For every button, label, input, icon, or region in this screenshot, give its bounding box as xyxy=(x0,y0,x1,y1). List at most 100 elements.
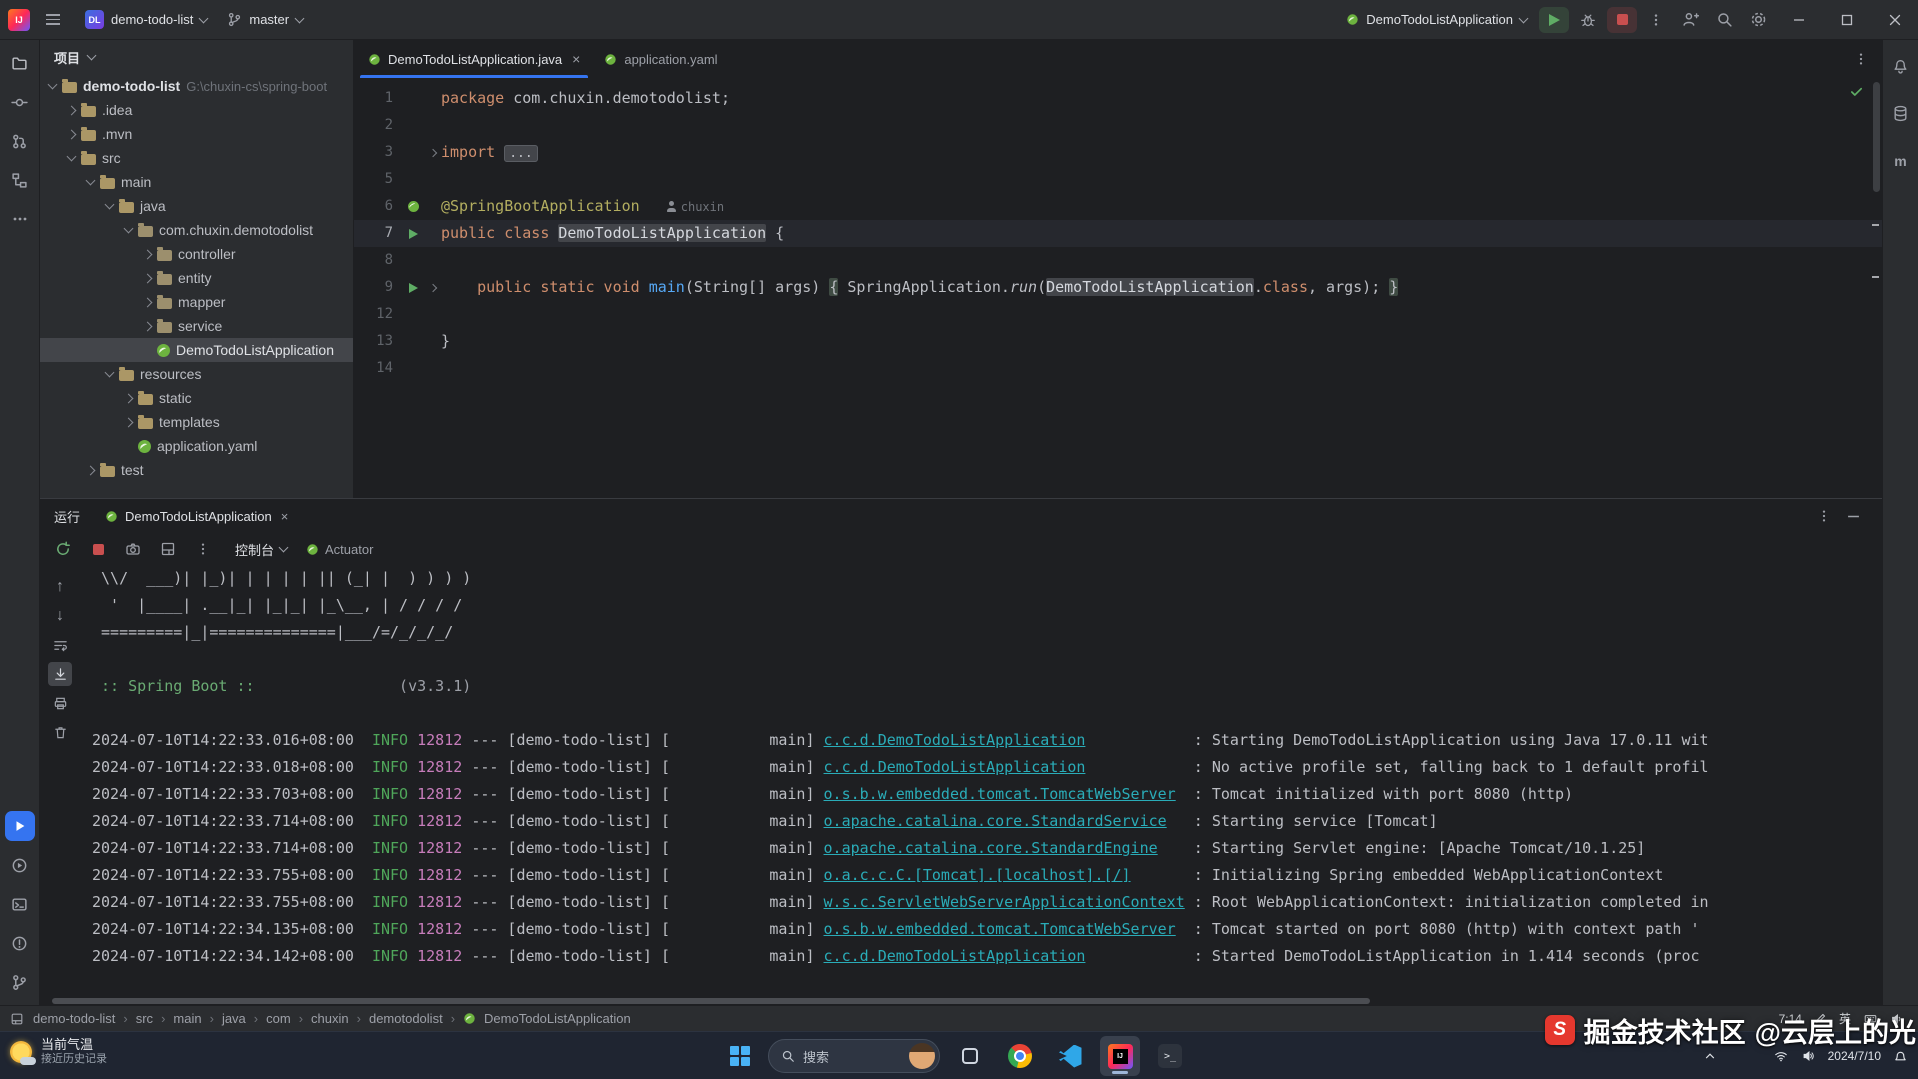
logger-link[interactable]: o.apache.catalina.core.StandardEngine xyxy=(824,839,1158,857)
project-widget[interactable]: DL demo-todo-list xyxy=(76,5,216,35)
editor-options-button[interactable] xyxy=(1854,52,1868,66)
breadcrumb-item[interactable]: main xyxy=(173,1011,201,1026)
wifi-icon[interactable] xyxy=(1773,1049,1789,1063)
sidebar-item-terminal[interactable] xyxy=(5,889,35,919)
code-line-14[interactable]: 14 xyxy=(354,355,1882,382)
down-stack-trace-button[interactable]: ↓ xyxy=(48,604,72,628)
code-line-7[interactable]: 7public class DemoTodoListApplication { xyxy=(354,220,1882,247)
stop-button[interactable] xyxy=(1607,7,1637,33)
sidebar-item-version-control[interactable] xyxy=(5,967,35,997)
hide-tool-window-icon[interactable] xyxy=(1847,510,1860,523)
code-with-me-button[interactable] xyxy=(1675,7,1705,33)
tree-item-.mvn[interactable]: .mvn xyxy=(40,122,353,146)
search-everywhere-button[interactable] xyxy=(1709,7,1739,33)
pen-icon[interactable] xyxy=(1814,1012,1827,1025)
keyboard-icon[interactable] xyxy=(1863,1012,1878,1025)
actuator-view-tab[interactable]: Actuator xyxy=(306,542,373,557)
fold-arrow-icon[interactable] xyxy=(428,283,436,291)
tree-item-static[interactable]: static xyxy=(40,386,353,410)
tray-chevron-up-icon[interactable] xyxy=(1703,1049,1717,1063)
tab-demo-todo-list-application-java[interactable]: DemoTodoListApplication.java × xyxy=(356,40,592,78)
sidebar-item-pull-requests[interactable] xyxy=(5,126,35,156)
code-editor[interactable]: 1package com.chuxin.demotodolist;23impor… xyxy=(354,78,1882,498)
inspections-ok-icon[interactable] xyxy=(1849,84,1864,99)
sidebar-item-structure[interactable] xyxy=(5,165,35,195)
project-panel-header[interactable]: 项目 xyxy=(40,40,353,74)
code-line-12[interactable]: 12 xyxy=(354,301,1882,328)
breadcrumb-item[interactable]: com xyxy=(266,1011,291,1026)
sidebar-item-services[interactable] xyxy=(5,850,35,880)
sidebar-item-more[interactable] xyxy=(5,204,35,234)
avatar[interactable] xyxy=(909,1043,935,1069)
speaker-icon[interactable] xyxy=(1890,1012,1904,1026)
console-view-tab[interactable]: 控制台 xyxy=(235,540,287,559)
print-button[interactable] xyxy=(48,691,72,715)
tool-window-layout-icon[interactable] xyxy=(10,1012,24,1026)
breadcrumb-item[interactable]: java xyxy=(222,1011,246,1026)
tree-item-com.chuxin.demotodolist[interactable]: com.chuxin.demotodolist xyxy=(40,218,353,242)
thread-dump-button[interactable] xyxy=(122,538,144,560)
ime-indicator[interactable]: 英 xyxy=(1839,1010,1851,1027)
logger-link[interactable]: w.s.c.ServletWebServerApplicationContext xyxy=(824,893,1185,911)
kebab-icon[interactable] xyxy=(1817,509,1831,523)
close-tab-icon[interactable]: × xyxy=(572,51,580,67)
tree-item-application.yaml[interactable]: application.yaml xyxy=(40,434,353,458)
tree-item-resources[interactable]: resources xyxy=(40,362,353,386)
breadcrumb-item[interactable]: chuxin xyxy=(311,1011,349,1026)
sidebar-item-database[interactable] xyxy=(1886,98,1916,128)
tree-item-.idea[interactable]: .idea xyxy=(40,98,353,122)
logger-link[interactable]: o.s.b.w.embedded.tomcat.TomcatWebServer xyxy=(824,785,1176,803)
tree-item-templates[interactable]: templates xyxy=(40,410,353,434)
logger-link[interactable]: o.s.b.w.embedded.tomcat.TomcatWebServer xyxy=(824,920,1176,938)
taskbar-app-vscode[interactable] xyxy=(1050,1036,1090,1076)
breadcrumb-item[interactable]: src xyxy=(136,1011,153,1026)
scroll-to-end-button[interactable] xyxy=(48,662,72,686)
rerun-button[interactable] xyxy=(52,538,74,560)
breadcrumb-item[interactable]: demo-todo-list xyxy=(33,1011,115,1026)
soft-wrap-button[interactable] xyxy=(48,633,72,657)
taskbar-app-terminal[interactable]: >_ xyxy=(1150,1036,1190,1076)
sidebar-item-run[interactable] xyxy=(5,811,35,841)
code-line-6[interactable]: 6@SpringBootApplication chuxin xyxy=(354,193,1882,220)
editor-scrollbar[interactable] xyxy=(1873,82,1880,192)
code-line-13[interactable]: 13} xyxy=(354,328,1882,355)
logger-link[interactable]: c.c.d.DemoTodoListApplication xyxy=(824,731,1086,749)
logger-link[interactable]: c.c.d.DemoTodoListApplication xyxy=(824,947,1086,965)
minimize-button[interactable] xyxy=(1776,0,1822,39)
tree-item-test[interactable]: test xyxy=(40,458,353,482)
code-line-2[interactable]: 2 xyxy=(354,112,1882,139)
tree-item-entity[interactable]: entity xyxy=(40,266,353,290)
run-button[interactable] xyxy=(1539,7,1569,33)
code-line-3[interactable]: 3import ... xyxy=(354,139,1882,166)
run-tab[interactable]: DemoTodoListApplication × xyxy=(96,505,297,528)
tree-item-src[interactable]: src xyxy=(40,146,353,170)
logger-link[interactable]: c.c.d.DemoTodoListApplication xyxy=(824,758,1086,776)
close-run-tab-icon[interactable]: × xyxy=(281,509,289,524)
more-button[interactable] xyxy=(192,538,214,560)
up-stack-trace-button[interactable]: ↑ xyxy=(48,575,72,599)
breadcrumb-item[interactable]: demotodolist xyxy=(369,1011,443,1026)
notifications-button[interactable] xyxy=(1886,50,1916,80)
settings-button[interactable] xyxy=(1743,7,1773,33)
logger-link[interactable]: o.a.c.c.C.[Tomcat].[localhost].[/] xyxy=(824,866,1131,884)
close-button[interactable] xyxy=(1872,0,1918,39)
code-line-8[interactable]: 8 xyxy=(354,247,1882,274)
code-line-9[interactable]: 9 public static void main(String[] args)… xyxy=(354,274,1882,301)
sidebar-item-project[interactable] xyxy=(5,48,35,78)
volume-icon[interactable] xyxy=(1801,1049,1816,1063)
run-line-icon[interactable] xyxy=(409,283,418,293)
taskbar-app-chrome[interactable] xyxy=(1000,1036,1040,1076)
tree-item-controller[interactable]: controller xyxy=(40,242,353,266)
tree-item-java[interactable]: java xyxy=(40,194,353,218)
breadcrumb-item[interactable]: DemoTodoListApplication xyxy=(484,1011,631,1026)
spring-bean-icon[interactable] xyxy=(408,201,419,212)
branch-widget[interactable]: master xyxy=(218,5,312,35)
weather-widget[interactable]: 当前气温 接近历史记录 xyxy=(10,1037,107,1066)
notification-bell-icon[interactable] xyxy=(1893,1049,1908,1064)
run-line-icon[interactable] xyxy=(409,229,418,239)
debug-button[interactable] xyxy=(1573,7,1603,33)
start-button[interactable] xyxy=(722,1036,758,1076)
code-line-5[interactable]: 5 xyxy=(354,166,1882,193)
stop-process-button[interactable] xyxy=(87,538,109,560)
console-output[interactable]: \\/ ___)| |_)| | | | | || (_| | ) ) ) ) … xyxy=(80,565,1882,997)
